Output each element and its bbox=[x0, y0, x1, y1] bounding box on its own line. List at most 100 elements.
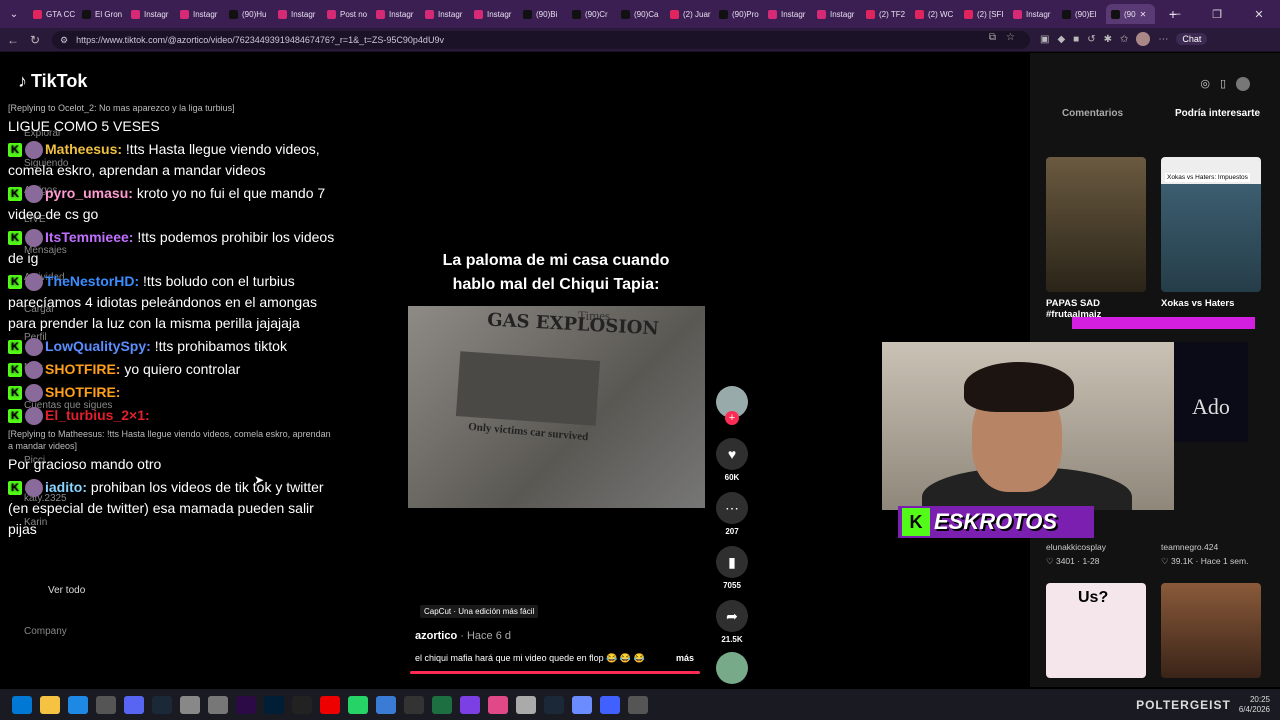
browser-tab[interactable]: (90)El bbox=[1057, 4, 1106, 24]
like-action[interactable]: ♥ 60K bbox=[715, 438, 749, 482]
browser-tab[interactable]: (90)Pro bbox=[714, 4, 763, 24]
back-icon[interactable]: ← bbox=[2, 33, 24, 47]
recommended-author[interactable]: elunakkicosplay bbox=[1046, 542, 1106, 552]
tab-recommended[interactable]: Podría interesarte bbox=[1155, 108, 1280, 119]
video-player[interactable]: Times GAS EXPLOSION Only victims car sur… bbox=[408, 306, 705, 508]
taskbar-app-icon[interactable] bbox=[236, 695, 256, 714]
follow-plus-icon[interactable]: + bbox=[725, 411, 739, 425]
tab-comments[interactable]: Comentarios bbox=[1030, 108, 1155, 119]
browser-tab[interactable]: (90)Cr bbox=[567, 4, 616, 24]
taskbar-app-icon[interactable] bbox=[96, 695, 116, 714]
browser-tab[interactable]: (2) [SFI bbox=[959, 4, 1008, 24]
taskbar-app-icon[interactable] bbox=[124, 695, 144, 714]
tab-favicon-icon bbox=[768, 9, 777, 19]
site-info-icon[interactable]: ⚙ bbox=[60, 35, 68, 46]
recommended-title[interactable]: Xokas vs Haters bbox=[1161, 298, 1261, 309]
chat-username: ItsTemmieee bbox=[45, 229, 129, 245]
browser-tab[interactable]: Instagr bbox=[420, 4, 469, 24]
coin-icon[interactable]: ◎ bbox=[1200, 77, 1210, 91]
capcut-tag[interactable]: CapCut · Una edición más fácil bbox=[420, 605, 539, 618]
taskbar-app-icon[interactable] bbox=[460, 695, 480, 714]
browser-tab[interactable]: (2) Juar bbox=[665, 4, 714, 24]
video-author[interactable]: azortico · Hace 6 d bbox=[415, 630, 511, 642]
browser-tab[interactable]: Instagr bbox=[371, 4, 420, 24]
browser-tab[interactable]: Instagr bbox=[1008, 4, 1057, 24]
taskbar-app-icon[interactable] bbox=[68, 695, 88, 714]
url-field[interactable]: ⚙ https://www.tiktok.com/@azortico/video… bbox=[52, 31, 1030, 49]
maximize-icon[interactable]: ❐ bbox=[1196, 8, 1238, 21]
close-icon[interactable]: ✕ bbox=[1238, 8, 1280, 21]
recommended-thumbnail[interactable]: Us? bbox=[1046, 583, 1146, 678]
save-action[interactable]: ▮ 7055 bbox=[715, 546, 749, 590]
browser-tab[interactable]: GTA CC bbox=[28, 4, 77, 24]
chat-avatar bbox=[25, 384, 43, 403]
phone-icon[interactable]: ▯ bbox=[1220, 77, 1226, 91]
browser-tab[interactable]: Instagr bbox=[812, 4, 861, 24]
taskbar-app-icon[interactable] bbox=[152, 695, 172, 714]
bookmark-star-icon[interactable]: ☆ bbox=[1006, 32, 1015, 43]
recommended-thumbnail[interactable] bbox=[1046, 157, 1146, 292]
taskbar-app-icon[interactable] bbox=[376, 695, 396, 714]
taskbar-app-icon[interactable] bbox=[320, 695, 340, 714]
browser-tab[interactable]: El Gron bbox=[77, 4, 126, 24]
minimize-icon[interactable]: — bbox=[1154, 8, 1196, 20]
extension-icon[interactable]: ◆ bbox=[1057, 34, 1065, 45]
sidebar-item[interactable]: Company bbox=[24, 626, 67, 637]
extension-icon[interactable]: ■ bbox=[1073, 34, 1079, 45]
music-disc[interactable] bbox=[716, 652, 748, 684]
taskbar-app-icon[interactable] bbox=[628, 695, 648, 714]
share-action[interactable]: ➦ 21.5K bbox=[715, 600, 749, 644]
browser-tab[interactable]: (90)Ca bbox=[616, 4, 665, 24]
taskbar-app-icon[interactable] bbox=[572, 695, 592, 714]
refresh-icon[interactable]: ↻ bbox=[24, 33, 46, 47]
taskbar-app-icon[interactable] bbox=[180, 695, 200, 714]
taskbar-app-icon[interactable] bbox=[292, 695, 312, 714]
taskbar-app-icon[interactable] bbox=[40, 695, 60, 714]
browser-tab[interactable]: (2) WC bbox=[910, 4, 959, 24]
browser-tab[interactable]: Instagr bbox=[763, 4, 812, 24]
comment-action[interactable]: ⋯ 207 bbox=[715, 492, 749, 536]
browser-tab[interactable]: (90)Bi bbox=[518, 4, 567, 24]
chat-username: iadito bbox=[45, 479, 83, 495]
puzzle-icon[interactable]: ✱ bbox=[1104, 34, 1112, 45]
sync-icon[interactable]: ↺ bbox=[1087, 34, 1095, 45]
browser-tab[interactable]: Instagr bbox=[126, 4, 175, 24]
video-progress-bar[interactable] bbox=[410, 671, 700, 674]
taskbar-app-icon[interactable] bbox=[348, 695, 368, 714]
taskbar-app-icon[interactable] bbox=[544, 695, 564, 714]
recommended-thumbnail[interactable]: Xokas vs Haters: Impuestos bbox=[1161, 157, 1261, 292]
taskbar-app-icon[interactable] bbox=[12, 695, 32, 714]
browser-tab[interactable]: Instagr bbox=[273, 4, 322, 24]
browser-tab[interactable]: Instagr bbox=[469, 4, 518, 24]
browser-tab[interactable]: Post no bbox=[322, 4, 371, 24]
taskbar-app-icon[interactable] bbox=[432, 695, 452, 714]
taskbar-app-icon[interactable] bbox=[208, 695, 228, 714]
copilot-chat-button[interactable]: Chat bbox=[1176, 33, 1208, 45]
clock[interactable]: 20:25 6/4/2026 bbox=[1239, 695, 1270, 715]
tab-search-icon[interactable]: ⌄ bbox=[0, 9, 28, 20]
extension-icon[interactable]: ▣ bbox=[1040, 34, 1049, 45]
taskbar-app-icon[interactable] bbox=[264, 695, 284, 714]
recommended-thumbnail[interactable] bbox=[1161, 583, 1261, 678]
browser-tab[interactable]: (90)Hu bbox=[224, 4, 273, 24]
creator-avatar[interactable]: + bbox=[716, 386, 748, 425]
menu-icon[interactable]: ⋯ bbox=[1158, 34, 1168, 45]
favorites-icon[interactable]: ✩ bbox=[1120, 34, 1128, 45]
browser-tab[interactable]: (2) TF2 bbox=[861, 4, 910, 24]
browser-tab[interactable]: (90 ✕ bbox=[1106, 4, 1155, 24]
chat-avatar bbox=[25, 479, 43, 498]
tiktok-logo[interactable]: ♪ TikTok bbox=[18, 71, 87, 92]
translate-icon[interactable]: ⧉ bbox=[989, 32, 996, 43]
user-avatar[interactable] bbox=[1236, 77, 1250, 91]
profile-avatar[interactable] bbox=[1136, 32, 1151, 46]
taskbar-app-icon[interactable] bbox=[600, 695, 620, 714]
sidebar-item[interactable]: Ver todo bbox=[48, 585, 85, 596]
kick-badge-icon: K bbox=[8, 187, 22, 202]
more-link[interactable]: más bbox=[676, 653, 694, 663]
browser-tab[interactable]: Instagr bbox=[175, 4, 224, 24]
close-tab-icon[interactable]: ✕ bbox=[1140, 10, 1147, 19]
taskbar-app-icon[interactable] bbox=[516, 695, 536, 714]
recommended-author[interactable]: teamnegro.424 bbox=[1161, 542, 1218, 552]
taskbar-app-icon[interactable] bbox=[488, 695, 508, 714]
taskbar-app-icon[interactable] bbox=[404, 695, 424, 714]
